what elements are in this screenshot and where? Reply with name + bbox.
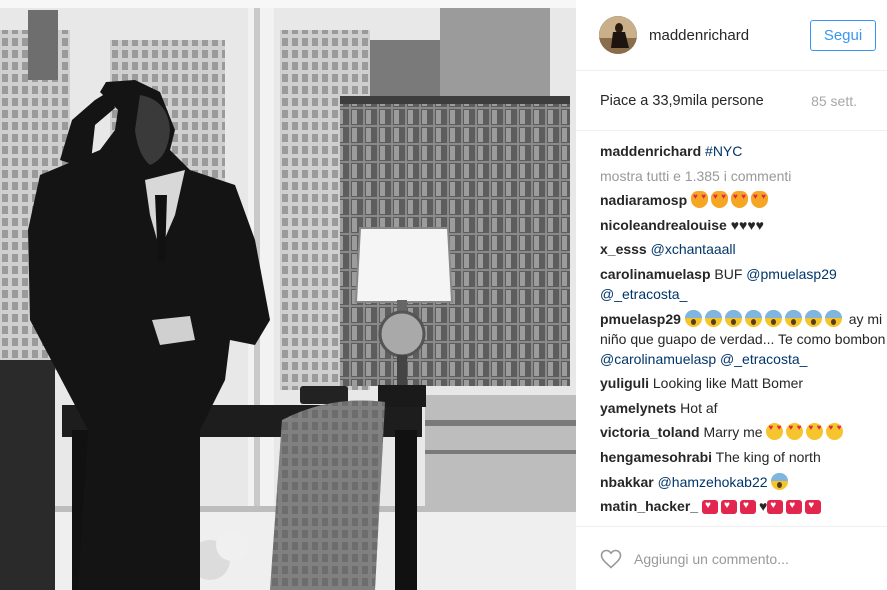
comment-mention[interactable]: @_etracosta_ [720,351,807,367]
caption-hashtag[interactable]: #NYC [705,143,742,159]
comment-text: ♥♥♥♥ [730,216,764,233]
scream-emoji [724,309,742,327]
cat-heart-eyes-emoji [711,191,729,209]
post-author-username[interactable]: maddenrichard [649,27,812,44]
comment-author[interactable]: nadiaramosp [600,192,687,208]
post-header: maddenrichard Segui [576,0,887,71]
heart-outline-icon[interactable] [599,547,623,571]
scream-emoji [744,309,762,327]
comment-author[interactable]: matin_hacker_ [600,498,698,514]
photo-illustration [0,0,576,590]
heart-eyes-emoji [826,423,844,441]
comment-author[interactable]: yuliguli [600,375,649,391]
comment-author[interactable]: carolinamuelasp [600,266,711,282]
comment-mention[interactable]: @carolinamuelasp [600,351,716,367]
avatar-image [599,16,637,54]
comment-bar [576,526,887,590]
cat-heart-eyes-emoji [691,191,709,209]
follow-button[interactable]: Segui [810,19,876,51]
comment-text: BUF [714,265,747,282]
post-timestamp[interactable]: 85 sett. [811,93,857,109]
view-all-comments-link[interactable]: mostra tutti e 1.385 i commenti [600,166,887,186]
comment-author[interactable]: nicoleandrealouise [600,217,727,233]
comment-items: nadiaramosp nicoleandrealouise ♥♥♥♥ x_ess… [600,190,887,516]
comment-text: The king of north [715,448,821,465]
comments-list: maddenrichard #NYC mostra tutti e 1.385 … [576,131,887,526]
instagram-post: maddenrichard Segui Piace a 33,9mila per… [0,0,887,590]
comment-mention[interactable]: @pmuelasp29 [746,266,837,282]
comment-text: ♥ [758,498,768,515]
post-side-panel: maddenrichard Segui Piace a 33,9mila per… [576,0,887,590]
comment-author[interactable]: x_esss [600,241,647,257]
comment-item: nbakkar @hamzehokab22 [600,472,887,492]
scream-emoji [704,309,722,327]
love-letter-emoji [739,500,756,515]
comment-item: nicoleandrealouise ♥♥♥♥ [600,215,887,235]
add-comment-input[interactable] [634,550,874,567]
comment-item: victoria_toland Marry me [600,422,887,442]
comment-text: Looking like Matt Bomer [652,375,804,392]
cat-heart-eyes-emoji [731,191,749,209]
scream-emoji [824,309,842,327]
love-letter-emoji [805,500,822,515]
love-letter-emoji [720,500,737,515]
comment-item: nadiaramosp [600,190,887,210]
comment-mention[interactable]: @_etracosta_ [600,286,687,302]
comment-author[interactable]: yamelynets [600,400,676,416]
love-letter-emoji [786,500,803,515]
comment-item: pmuelasp29 ay mi niño que guapo de verda… [600,309,887,369]
comment-item: hengamesohrabi The king of north [600,447,887,467]
comment-item: matin_hacker_ ♥ [600,496,887,516]
caption: maddenrichard #NYC [600,141,887,161]
heart-eyes-emoji [806,423,824,441]
comment-text: Hot af [680,399,718,416]
comment-author[interactable]: pmuelasp29 [600,311,681,327]
comment-item: yuliguli Looking like Matt Bomer [600,373,887,393]
scream-emoji [804,309,822,327]
comment-author[interactable]: victoria_toland [600,424,700,440]
scream-emoji [684,309,702,327]
comment-item: carolinamuelasp BUF @pmuelasp29 @_etraco… [600,264,887,304]
comment-author[interactable]: nbakkar [600,474,654,490]
scream-emoji [784,309,802,327]
likes-row: Piace a 33,9mila persone 85 sett. [576,71,887,131]
love-letter-emoji [701,500,718,515]
avatar[interactable] [599,16,637,54]
scream-emoji [764,309,782,327]
comment-item: x_esss @xchantaaall [600,239,887,259]
comment-text: Marry me [703,424,767,441]
comment-author[interactable]: hengamesohrabi [600,449,712,465]
scream-emoji [771,472,789,490]
love-letter-emoji [767,500,784,515]
post-photo[interactable] [0,0,576,590]
comment-mention[interactable]: @xchantaaall [651,241,736,257]
heart-eyes-emoji [786,423,804,441]
comment-item: yamelynets Hot af [600,398,887,418]
cat-heart-eyes-emoji [751,191,769,209]
comment-mention[interactable]: @hamzehokab22 [658,474,768,490]
likes-count[interactable]: Piace a 33,9mila persone [600,93,764,109]
heart-eyes-emoji [766,423,784,441]
caption-author[interactable]: maddenrichard [600,143,701,159]
